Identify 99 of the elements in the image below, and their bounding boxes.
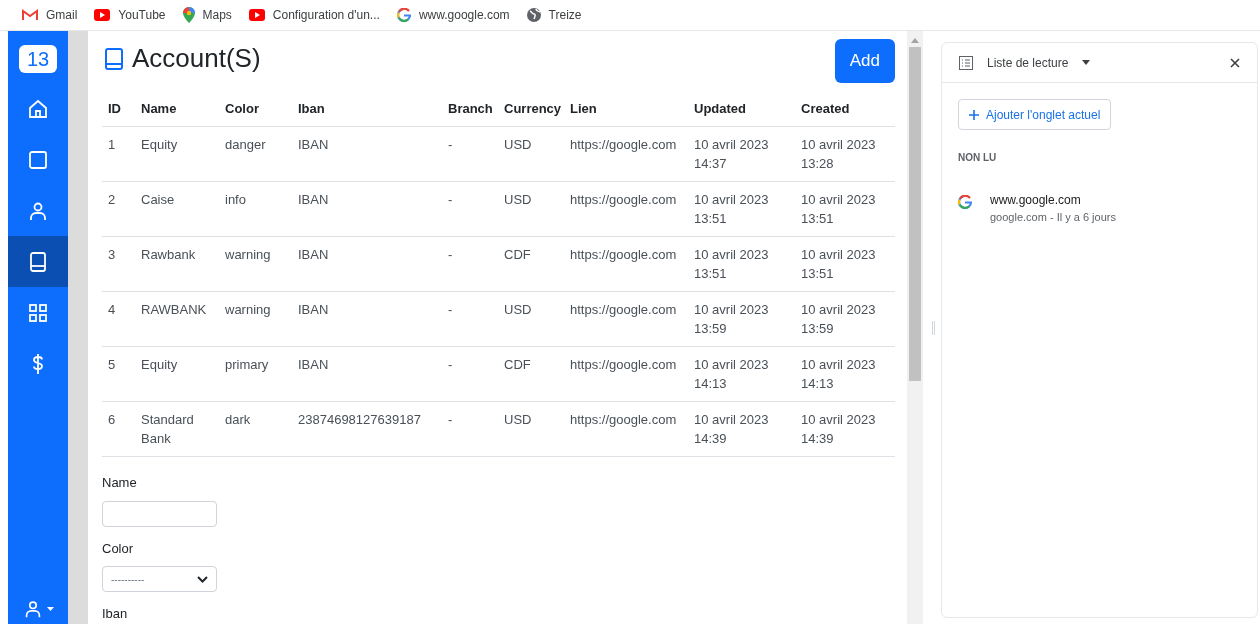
table-cell-text: 10 avril 2023 13:51	[800, 191, 877, 228]
section-heading: NON LU	[958, 151, 998, 165]
table-cell-text: 10 avril 2023 13:59	[800, 301, 877, 338]
column-header: Branch	[447, 99, 494, 118]
close-icon[interactable]	[1230, 57, 1240, 68]
table-cell-text: info	[224, 191, 247, 209]
table-cell-text: -	[447, 246, 454, 264]
bookmark[interactable]: Treize	[526, 6, 582, 24]
map-pin-icon	[182, 7, 195, 23]
table-cell-text: https://google.com	[569, 136, 678, 154]
table-cell-text: https://google.com	[569, 356, 678, 374]
scrollbar-thumb[interactable]	[909, 47, 921, 381]
table-cell-text: IBAN	[297, 356, 330, 374]
table-cell-text: 10 avril 2023 14:39	[800, 411, 877, 448]
bookmark[interactable]: Maps	[182, 6, 232, 24]
table-cell-text: IBAN	[297, 301, 330, 319]
table-cell-text: danger	[224, 136, 267, 154]
table-cell-text: 10 avril 2023 13:51	[800, 246, 877, 283]
table-cell-text: 1	[107, 136, 117, 154]
input-field[interactable]	[102, 500, 217, 527]
select-field[interactable]: ----------	[102, 566, 217, 592]
table-cell-text: IBAN	[297, 246, 330, 264]
table-cell-text: Standard Bank	[140, 411, 195, 448]
column-header: ID	[107, 99, 122, 118]
table-cell-text: 2	[107, 191, 117, 209]
table-cell-text: Equity	[140, 356, 179, 374]
table-cell-text: 10 avril 2023 14:13	[693, 356, 770, 393]
table-cell-text: RAWBANK	[140, 301, 208, 319]
add-tab-button[interactable]: Ajouter l'onglet actuel	[958, 99, 1112, 130]
table-cell-text: USD	[503, 191, 533, 209]
column-header: Updated	[693, 99, 747, 118]
table-cell-text: 23874698127639187	[297, 411, 422, 429]
table-cell-text: -	[447, 136, 454, 154]
google-icon	[958, 195, 972, 209]
column-header: Name	[140, 99, 178, 118]
add-button[interactable]: Add	[834, 39, 895, 83]
table-cell-text: 10 avril 2023 13:51	[693, 246, 770, 283]
globe-icon	[526, 8, 541, 22]
table-cell-text: primary	[224, 356, 270, 374]
table-cell-text: 3	[107, 246, 117, 264]
bookmark[interactable]: www.google.com	[396, 6, 510, 24]
caret-icon	[47, 607, 54, 611]
table-cell-text: USD	[503, 136, 533, 154]
table-cell-text: CDF	[503, 356, 532, 374]
table-cell-text: 4	[107, 301, 117, 319]
gmail-icon	[22, 9, 38, 21]
table-cell-text: 6	[107, 411, 117, 429]
book-icon	[104, 46, 124, 71]
table-cell-text: 10 avril 2023 14:37	[693, 136, 770, 173]
table-cell-text: -	[447, 356, 454, 374]
page-title: Account(S)	[132, 42, 261, 75]
item-title[interactable]: www.google.com	[990, 191, 1116, 209]
column-header: Lien	[569, 99, 598, 118]
logo: 13	[19, 45, 57, 73]
table-cell-text: IBAN	[297, 136, 330, 154]
table-cell-text: 10 avril 2023 13:51	[693, 191, 770, 228]
table-cell-text: warning	[224, 246, 272, 264]
table-cell-text: https://google.com	[569, 246, 678, 264]
dropdown-button[interactable]: Liste de lecture	[987, 53, 1091, 72]
table-cell-text: 10 avril 2023 14:13	[800, 356, 877, 393]
table-cell-text: Rawbank	[140, 246, 197, 264]
table-cell-text: CDF	[503, 246, 532, 264]
table-cell-text: 10 avril 2023 13:28	[800, 136, 877, 173]
table-cell-text: https://google.com	[569, 301, 678, 319]
table-cell-text: USD	[503, 301, 533, 319]
table-cell-text: -	[447, 411, 454, 429]
google-icon	[396, 8, 411, 22]
list-icon	[959, 55, 973, 70]
table-cell-text: 10 avril 2023 13:59	[693, 301, 770, 338]
table-cell-text: IBAN	[297, 191, 330, 209]
plus-icon	[969, 109, 979, 120]
scroll-up-icon[interactable]	[911, 37, 919, 43]
table-cell-text: Equity	[140, 136, 179, 154]
table-cell-text: 10 avril 2023 14:39	[693, 411, 770, 448]
field-label: Iban	[102, 605, 129, 623]
bookmark[interactable]: Gmail	[22, 6, 78, 24]
column-header: Iban	[297, 99, 326, 118]
field-label: Color	[102, 539, 135, 558]
table-cell-text: https://google.com	[569, 191, 678, 209]
table-cell-text: USD	[503, 411, 533, 429]
column-header: Currency	[503, 99, 563, 118]
table-cell-text: -	[447, 301, 454, 319]
bookmark[interactable]: Configuration d'un...	[248, 6, 380, 24]
field-label: Name	[102, 474, 138, 492]
table-cell-text: dark	[224, 411, 252, 429]
table-cell-text: https://google.com	[569, 411, 678, 429]
table-cell-text: 5	[107, 356, 117, 374]
table-cell-text: warning	[224, 301, 272, 319]
bookmark[interactable]: YouTube	[94, 6, 166, 24]
caret-icon	[1082, 60, 1091, 65]
table-cell-text: -	[447, 191, 454, 209]
sidebar-item[interactable]	[8, 236, 68, 287]
column-header: Color	[224, 99, 260, 118]
table-cell-text: Caise	[140, 191, 176, 209]
chevron-down-icon	[197, 575, 208, 583]
item-subtitle: google.com - Il y a 6 jours	[990, 210, 1116, 225]
video-play-icon	[248, 9, 265, 21]
video-play-icon	[94, 9, 111, 21]
column-header: Created	[800, 99, 851, 118]
